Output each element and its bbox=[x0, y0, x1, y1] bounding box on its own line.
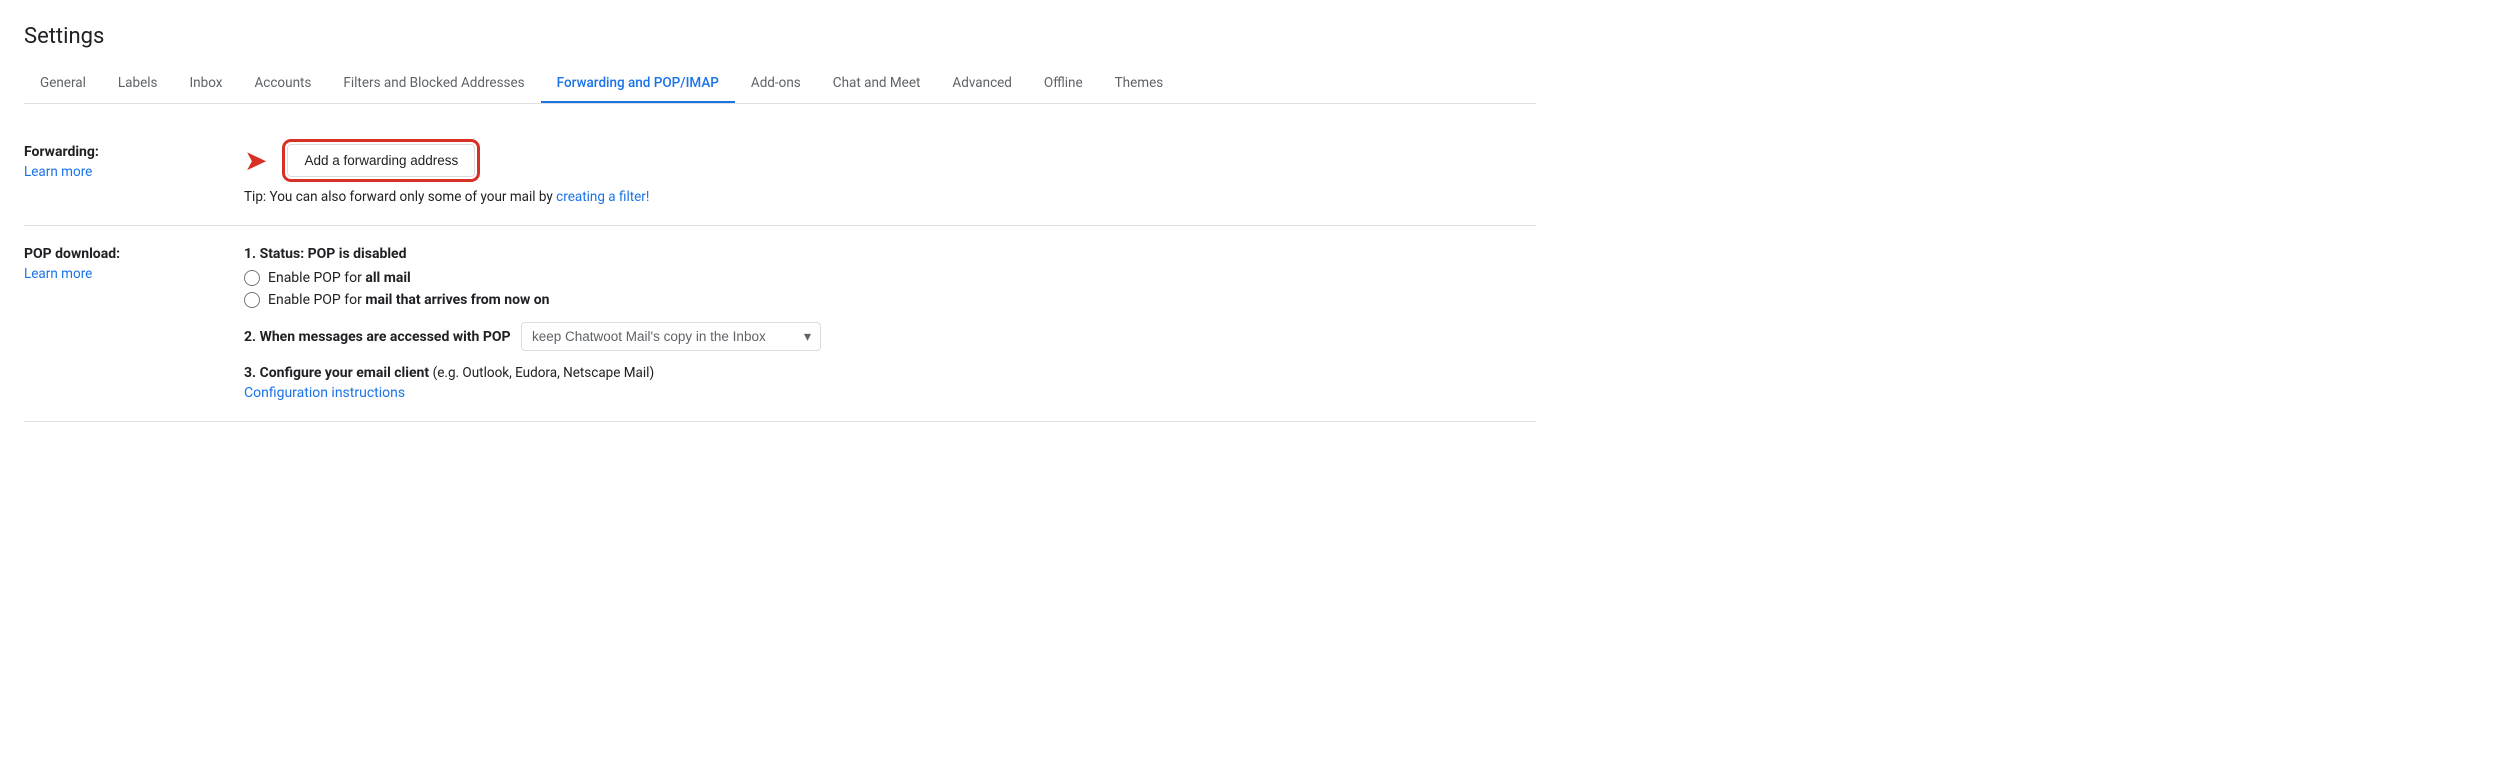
pop-label: POP download: bbox=[24, 246, 120, 262]
creating-filter-link[interactable]: creating a filter! bbox=[556, 189, 649, 205]
tabs-bar: General Labels Inbox Accounts Filters an… bbox=[24, 65, 1536, 104]
tab-filters[interactable]: Filters and Blocked Addresses bbox=[327, 65, 540, 104]
page-title: Settings bbox=[24, 0, 1536, 65]
tab-advanced[interactable]: Advanced bbox=[936, 65, 1028, 104]
forwarding-row: ➤ Add a forwarding address bbox=[244, 144, 1536, 177]
pop-radio1-label: Enable POP for all mail bbox=[268, 270, 411, 286]
tab-chatmeet[interactable]: Chat and Meet bbox=[817, 65, 937, 104]
tab-themes[interactable]: Themes bbox=[1099, 65, 1180, 104]
forwarding-label-area: Forwarding: Learn more bbox=[24, 144, 244, 205]
pop-radio-allmail[interactable] bbox=[244, 270, 260, 286]
pop-step3-text: 3. Configure your email client (e.g. Out… bbox=[244, 365, 1536, 381]
tab-labels[interactable]: Labels bbox=[102, 65, 174, 104]
pop-status-text: 1. Status: POP is disabled bbox=[244, 246, 1536, 262]
red-arrow-icon: ➤ bbox=[244, 144, 267, 177]
forwarding-section: Forwarding: Learn more ➤ Add a forwardin… bbox=[24, 124, 1536, 226]
content-area: Forwarding: Learn more ➤ Add a forwardin… bbox=[24, 104, 1536, 422]
tab-offline[interactable]: Offline bbox=[1028, 65, 1099, 104]
pop-dropdown[interactable]: keep Chatwoot Mail's copy in the Inbox bbox=[521, 322, 821, 351]
tab-addons[interactable]: Add-ons bbox=[735, 65, 817, 104]
arrow-indicator: ➤ bbox=[244, 144, 271, 177]
forwarding-tip: Tip: You can also forward only some of y… bbox=[244, 189, 1536, 205]
tab-inbox[interactable]: Inbox bbox=[174, 65, 239, 104]
add-forwarding-button[interactable]: Add a forwarding address bbox=[287, 144, 475, 177]
forwarding-learn-more[interactable]: Learn more bbox=[24, 164, 220, 180]
pop-step1: 1. Status: POP is disabled Enable POP fo… bbox=[244, 246, 1536, 308]
forwarding-content: ➤ Add a forwarding address Tip: You can … bbox=[244, 144, 1536, 205]
pop-label-area: POP download: Learn more bbox=[24, 246, 244, 401]
forwarding-label: Forwarding: bbox=[24, 144, 99, 160]
pop-radio-fromnow[interactable] bbox=[244, 292, 260, 308]
pop-radio1-row: Enable POP for all mail bbox=[244, 270, 1536, 286]
tab-general[interactable]: General bbox=[24, 65, 102, 104]
config-instructions-link[interactable]: Configuration instructions bbox=[244, 385, 405, 401]
pop-dropdown-wrapper: keep Chatwoot Mail's copy in the Inbox bbox=[521, 322, 821, 351]
pop-content: 1. Status: POP is disabled Enable POP fo… bbox=[244, 246, 1536, 401]
pop-section: POP download: Learn more 1. Status: POP … bbox=[24, 226, 1536, 422]
pop-step3: 3. Configure your email client (e.g. Out… bbox=[244, 365, 1536, 401]
pop-step2: 2. When messages are accessed with POP k… bbox=[244, 322, 1536, 351]
pop-radio2-row: Enable POP for mail that arrives from no… bbox=[244, 292, 1536, 308]
pop-radio2-label: Enable POP for mail that arrives from no… bbox=[268, 292, 550, 308]
tab-accounts[interactable]: Accounts bbox=[238, 65, 327, 104]
tab-forwarding[interactable]: Forwarding and POP/IMAP bbox=[541, 65, 735, 104]
pop-learn-more[interactable]: Learn more bbox=[24, 266, 220, 282]
